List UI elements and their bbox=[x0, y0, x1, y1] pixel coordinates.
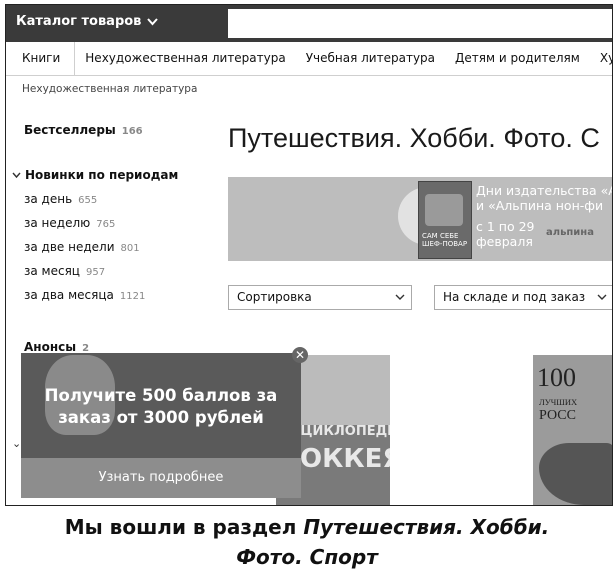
catalog-button[interactable]: Каталог товаров bbox=[16, 14, 159, 29]
figure-caption: Мы вошли в раздел Путешествия. Хобби. Фо… bbox=[0, 512, 614, 572]
bestsellers-count: 166 bbox=[121, 126, 143, 137]
chevron-down-icon bbox=[395, 294, 405, 300]
caption-italic-2: Фото. Спорт bbox=[236, 545, 378, 569]
nav-item-nonfiction[interactable]: Нехудожественная литература bbox=[75, 42, 295, 75]
publisher-banner[interactable]: САМ СЕБЕ ШЕФ-ПОВАР Дни издательства «А и… bbox=[228, 177, 612, 261]
banner-date2: февраля bbox=[476, 234, 533, 249]
sidebar-item-two-months[interactable]: за два месяца 1121 bbox=[24, 288, 145, 302]
book-image bbox=[425, 194, 463, 226]
availability-select[interactable]: На складе и под заказ bbox=[434, 285, 612, 310]
search-input[interactable] bbox=[228, 9, 612, 38]
chevron-down-icon bbox=[147, 17, 159, 26]
promo-line1: Получите 500 баллов за bbox=[44, 386, 278, 405]
eagle-image bbox=[539, 443, 612, 505]
book-cover-russia[interactable]: 100 ЛУЧШИХ РОСС bbox=[533, 355, 612, 505]
period-count: 1121 bbox=[119, 291, 146, 302]
period-count: 957 bbox=[85, 267, 106, 278]
nav-item-books[interactable]: Книги bbox=[6, 42, 76, 75]
period-count: 655 bbox=[78, 195, 98, 206]
new-releases-label: Новинки по периодам bbox=[25, 168, 179, 182]
availability-select-label: На складе и под заказ bbox=[443, 290, 586, 304]
banner-line1: Дни издательства «А bbox=[476, 183, 612, 198]
category-nav: Книги Нехудожественная литература Учебна… bbox=[6, 42, 612, 76]
book2-text: ЛУЧШИХ РОСС bbox=[539, 397, 577, 424]
sort-select[interactable]: Сортировка bbox=[228, 285, 412, 310]
close-icon[interactable]: ✕ bbox=[292, 347, 308, 363]
period-label: за неделю bbox=[24, 216, 91, 230]
period-label: за месяц bbox=[24, 264, 80, 278]
period-count: 765 bbox=[96, 219, 116, 230]
catalog-label: Каталог товаров bbox=[16, 14, 142, 29]
banner-book-cover: САМ СЕБЕ ШЕФ-ПОВАР bbox=[418, 181, 472, 259]
sidebar-item-two-weeks[interactable]: за две недели 801 bbox=[24, 240, 140, 254]
nav-item-educational[interactable]: Учебная литература bbox=[296, 42, 445, 75]
period-label: за два месяца bbox=[24, 288, 114, 302]
caption-italic-1: Путешествия. Хобби. bbox=[303, 515, 550, 539]
chevron-down-icon[interactable]: ⌄ bbox=[12, 437, 21, 450]
book2-line2: РОСС bbox=[539, 408, 576, 423]
sidebar-item-announcements[interactable]: Анонсы 2 bbox=[24, 340, 89, 354]
publisher-logo: альпина bbox=[546, 227, 594, 238]
promo-text: Получите 500 баллов за заказ от 3000 руб… bbox=[21, 385, 301, 429]
sidebar-item-bestsellers[interactable]: Бестселлеры 166 bbox=[24, 123, 143, 137]
book2-number: 100 bbox=[537, 363, 576, 392]
nav-item-fiction[interactable]: Художе bbox=[590, 42, 612, 75]
new-releases-heading[interactable]: Новинки по периодам bbox=[12, 168, 178, 182]
breadcrumb[interactable]: Нехудожественная литература bbox=[22, 83, 197, 95]
banner-line2: и «Альпина нон-фи bbox=[476, 198, 604, 213]
banner-dates: с 1 по 29 февраля bbox=[476, 219, 534, 249]
nav-item-children[interactable]: Детям и родителям bbox=[445, 42, 590, 75]
book-cover-text: САМ СЕБЕ ШЕФ-ПОВАР bbox=[422, 232, 468, 248]
banner-date1: с 1 по 29 bbox=[476, 219, 535, 234]
caption-prefix: Мы вошли в раздел bbox=[64, 515, 304, 539]
promo-line2: заказ от 3000 рублей bbox=[58, 408, 264, 427]
announce-label: Анонсы bbox=[24, 340, 77, 354]
period-label: за день bbox=[24, 192, 73, 206]
sidebar-item-day[interactable]: за день 655 bbox=[24, 192, 97, 206]
period-count: 801 bbox=[120, 243, 140, 254]
period-label: за две недели bbox=[24, 240, 115, 254]
banner-text: Дни издательства «А и «Альпина нон-фи bbox=[476, 183, 612, 213]
page-title: Путешествия. Хобби. Фото. С bbox=[228, 123, 600, 153]
bestsellers-label: Бестселлеры bbox=[24, 123, 116, 137]
chevron-down-icon bbox=[597, 294, 607, 300]
chevron-down-icon bbox=[12, 172, 21, 178]
top-bar: Каталог товаров bbox=[6, 5, 612, 42]
sidebar-item-month[interactable]: за месяц 957 bbox=[24, 264, 105, 278]
sort-select-label: Сортировка bbox=[237, 290, 312, 304]
learn-more-button[interactable]: Узнать подробнее bbox=[21, 458, 301, 498]
sidebar-item-week[interactable]: за неделю 765 bbox=[24, 216, 115, 230]
promo-popup: Получите 500 баллов за заказ от 3000 руб… bbox=[21, 353, 301, 498]
book2-line1: ЛУЧШИХ bbox=[539, 397, 578, 407]
screenshot-frame: Каталог товаров Книги Нехудожественная л… bbox=[5, 4, 613, 506]
